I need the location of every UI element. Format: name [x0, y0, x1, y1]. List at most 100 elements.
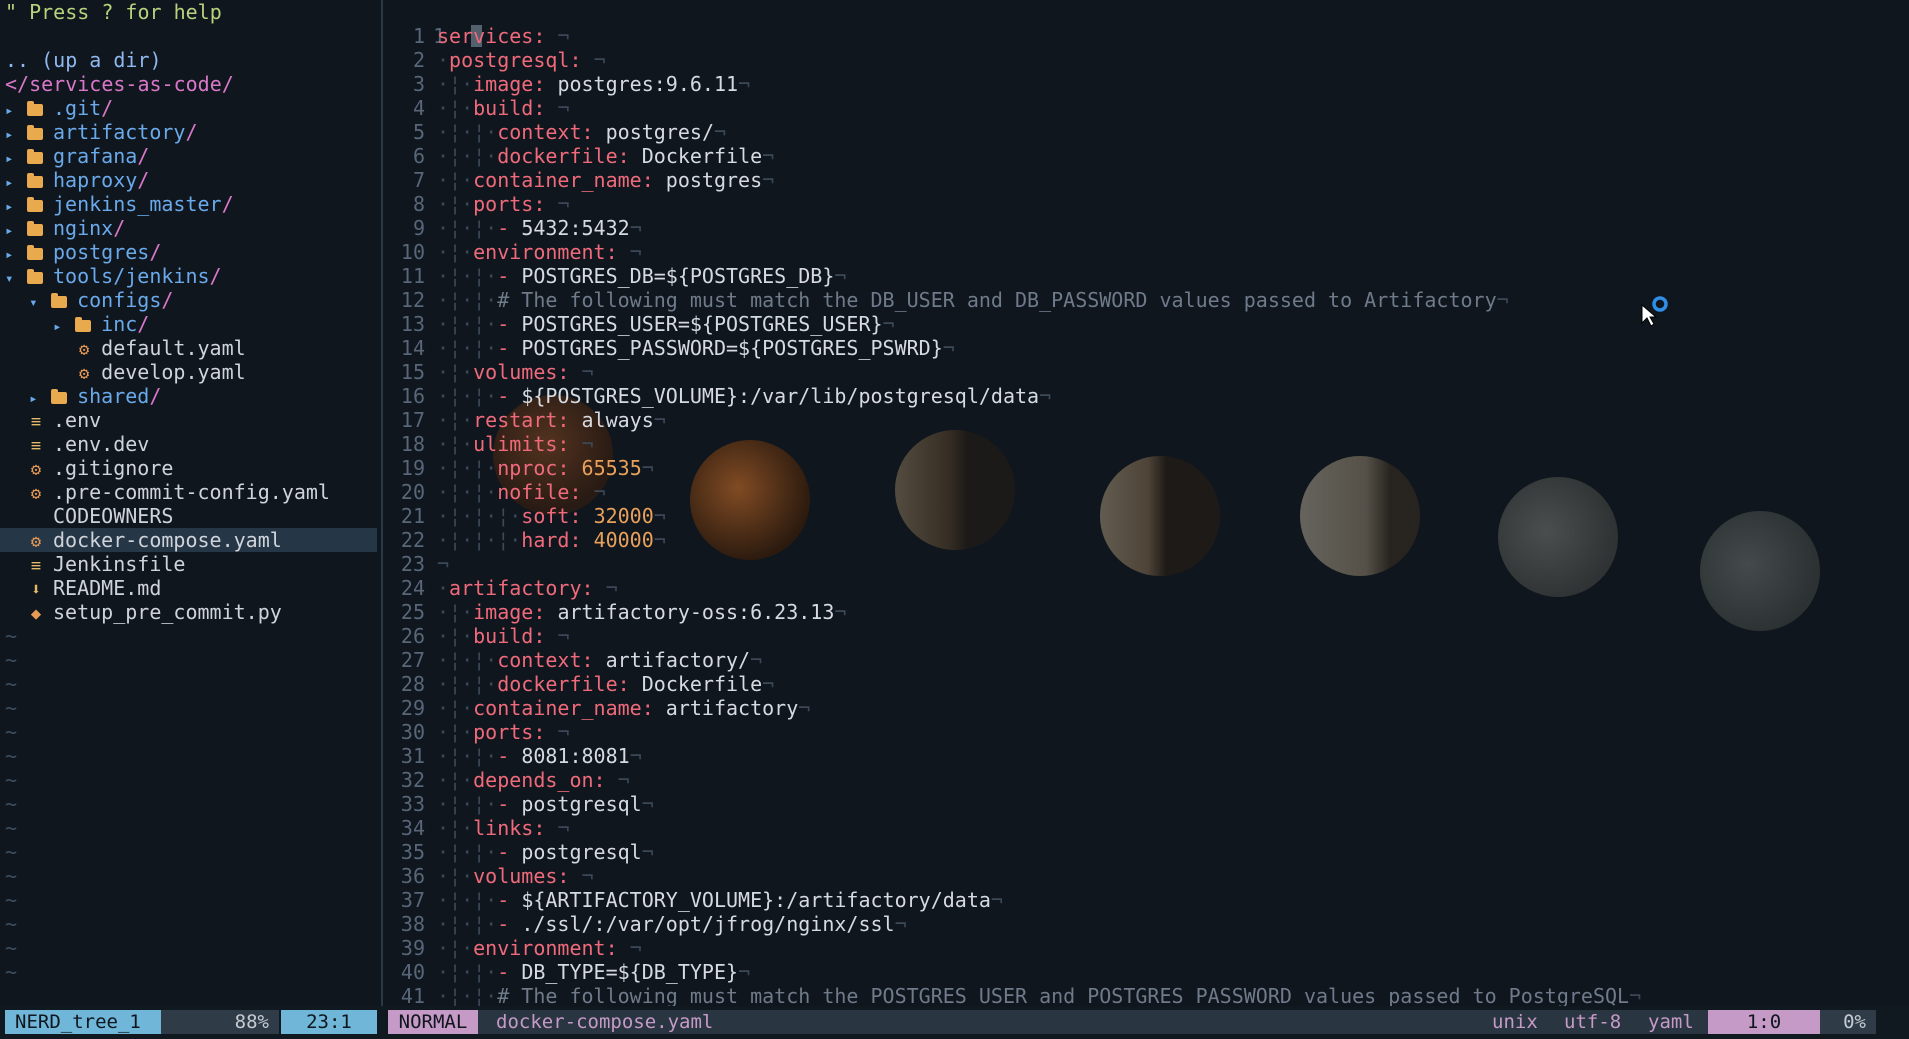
- line-number: 3: [412, 72, 425, 96]
- tree-file[interactable]: ≡ .env: [0, 408, 380, 432]
- code-line[interactable]: 20 ·¦·¦·nofile: ¬: [385, 480, 1909, 504]
- indent-guide: ·¦·: [437, 72, 474, 96]
- pane-divider[interactable]: [381, 0, 383, 1006]
- eol-marker: ¬: [834, 600, 847, 624]
- code-line[interactable]: 32 ·¦·depends_on: ¬: [385, 768, 1909, 792]
- code-line[interactable]: 12 ·¦·¦·# The following must match the DB…: [385, 288, 1909, 312]
- tree-directory[interactable]: ▸ shared/: [0, 384, 380, 408]
- code-line[interactable]: 40 ·¦·¦·- DB_TYPE=${DB_TYPE}¬: [385, 960, 1909, 984]
- code-line[interactable]: 14 ·¦·¦·- POSTGRES_PASSWORD=${POSTGRES_PS…: [385, 336, 1909, 360]
- directory-name: haproxy: [53, 168, 138, 192]
- code-line[interactable]: 11 ·¦·¦·- POSTGRES_DB=${POSTGRES_DB}¬: [385, 264, 1909, 288]
- code-line[interactable]: 24 ·artifactory: ¬: [385, 576, 1909, 600]
- code-line[interactable]: 17 ·¦·restart: always¬: [385, 408, 1909, 432]
- yaml-key: ports: [473, 720, 534, 744]
- yaml-value: postgres/: [605, 120, 714, 144]
- code-line[interactable]: 10 ·¦·environment: ¬: [385, 240, 1909, 264]
- indent-guide: ·¦·¦·: [437, 672, 498, 696]
- code-line[interactable]: 9 ·¦·¦·- 5432:5432¬: [385, 216, 1909, 240]
- code-line[interactable]: 13 ·¦·¦·- POSTGRES_USER=${POSTGRES_USER}¬: [385, 312, 1909, 336]
- tree-file[interactable]: ≡ Jenkinsfile: [0, 552, 380, 576]
- code-line[interactable]: 28 ·¦·¦·dockerfile: Dockerfile¬: [385, 672, 1909, 696]
- code-line[interactable]: 22 ·¦·¦·¦·hard: 40000¬: [385, 528, 1909, 552]
- tree-root[interactable]: </services-as-code/: [0, 72, 380, 96]
- line-number: 29: [400, 696, 425, 720]
- tree-file[interactable]: CODEOWNERS: [0, 504, 380, 528]
- line-number: 22: [400, 528, 425, 552]
- eol-marker: ¬: [942, 336, 955, 360]
- code-line[interactable]: 5 ·¦·¦·context: postgres/¬: [385, 120, 1909, 144]
- code-line[interactable]: 25 ·¦·image: artifactory-oss:6.23.13¬: [385, 600, 1909, 624]
- code-line[interactable]: 39 ·¦·environment: ¬: [385, 936, 1909, 960]
- indent-guide: ·¦·¦·: [437, 312, 498, 336]
- yaml-list-item: ./ssl/:/var/opt/jfrog/nginx/ssl: [521, 912, 895, 936]
- code-line[interactable]: 1 services: ¬: [385, 24, 1909, 48]
- code-line[interactable]: 7 ·¦·container_name: postgres¬: [385, 168, 1909, 192]
- code-line[interactable]: 30 ·¦·ports: ¬: [385, 720, 1909, 744]
- tree-directory[interactable]: ▸ .git/: [0, 96, 380, 120]
- yaml-colon: :: [533, 24, 558, 48]
- eol-marker: ¬: [557, 816, 570, 840]
- code-line[interactable]: 36 ·¦·volumes: ¬: [385, 864, 1909, 888]
- code-line[interactable]: 15 ·¦·volumes: ¬: [385, 360, 1909, 384]
- tree-directory[interactable]: ▾ tools/jenkins/: [0, 264, 380, 288]
- list-dash: -: [497, 384, 522, 408]
- yaml-colon: :: [533, 600, 558, 624]
- code-line[interactable]: 29 ·¦·container_name: artifactory¬: [385, 696, 1909, 720]
- line-number: 35: [400, 840, 425, 864]
- code-line[interactable]: 8 ·¦·ports: ¬: [385, 192, 1909, 216]
- tree-file[interactable]: ⚙ .pre-commit-config.yaml: [0, 480, 380, 504]
- line-number: 15: [400, 360, 425, 384]
- line-number: 4: [412, 96, 425, 120]
- code-line[interactable]: 18 ·¦·ulimits: ¬: [385, 432, 1909, 456]
- code-line[interactable]: 4 ·¦·build: ¬: [385, 96, 1909, 120]
- code-line[interactable]: 6 ·¦·¦·dockerfile: Dockerfile¬: [385, 144, 1909, 168]
- yaml-colon: :: [569, 48, 594, 72]
- tree-file[interactable]: ⚙ develop.yaml: [0, 360, 380, 384]
- tree-file[interactable]: ◆ setup_pre_commit.py: [0, 600, 380, 624]
- code-line[interactable]: 33 ·¦·¦·- postgresql¬: [385, 792, 1909, 816]
- yaml-key: depends_on: [473, 768, 594, 792]
- code-area[interactable]: 1 services: ¬ 2 ·postgresql: ¬ 3 ·¦·image: po…: [385, 24, 1909, 1006]
- yaml-value: Dockerfile: [641, 144, 763, 168]
- editor-pane[interactable]: 1 1 services: ¬ 2 ·postgresql: ¬ 3 ·¦·image: …: [385, 0, 1909, 1006]
- tree-directory[interactable]: ▸ postgres/: [0, 240, 380, 264]
- code-line[interactable]: 37 ·¦·¦·- ${ARTIFACTORY_VOLUME}:/artifact…: [385, 888, 1909, 912]
- eol-marker: ¬: [581, 360, 594, 384]
- tree-directory[interactable]: ▸ artifactory/: [0, 120, 380, 144]
- tree-file[interactable]: ⬇ README.md: [0, 576, 380, 600]
- tree-file[interactable]: ⚙ default.yaml: [0, 336, 380, 360]
- yaml-key: postgresql: [449, 48, 570, 72]
- code-line[interactable]: 3 ·¦·image: postgres:9.6.11¬: [385, 72, 1909, 96]
- yaml-key: soft: [521, 504, 570, 528]
- folder-icon: [27, 221, 43, 236]
- tree-directory[interactable]: ▸ haproxy/: [0, 168, 380, 192]
- code-line[interactable]: 35 ·¦·¦·- postgresql¬: [385, 840, 1909, 864]
- code-line[interactable]: 41 ·¦·¦·# The following must match the PO…: [385, 984, 1909, 1006]
- tree-directory[interactable]: ▸ nginx/: [0, 216, 380, 240]
- code-line[interactable]: 21 ·¦·¦·¦·soft: 32000¬: [385, 504, 1909, 528]
- eol-marker: ¬: [641, 456, 654, 480]
- indent-guide: ·¦·: [437, 360, 474, 384]
- up-dir-link[interactable]: .. (up a dir): [0, 48, 380, 72]
- nerdtree-pane[interactable]: " Press ? for help .. (up a dir) </servi…: [0, 0, 380, 1006]
- code-line[interactable]: 19 ·¦·¦·nproc: 65535¬: [385, 456, 1909, 480]
- code-line[interactable]: 27 ·¦·¦·context: artifactory/¬: [385, 648, 1909, 672]
- code-line[interactable]: 31 ·¦·¦·- 8081:8081¬: [385, 744, 1909, 768]
- code-line[interactable]: 2 ·postgresql: ¬: [385, 48, 1909, 72]
- code-line[interactable]: 38 ·¦·¦·- ./ssl/:/var/opt/jfrog/nginx/ssl…: [385, 912, 1909, 936]
- code-line[interactable]: 34 ·¦·links: ¬: [385, 816, 1909, 840]
- tree-directory[interactable]: ▸ inc/: [0, 312, 380, 336]
- tree-directory[interactable]: ▸ jenkins_master/: [0, 192, 380, 216]
- tree-directory[interactable]: ▸ grafana/: [0, 144, 380, 168]
- code-line[interactable]: 23 ¬: [385, 552, 1909, 576]
- tree-directory[interactable]: ▾ configs/: [0, 288, 380, 312]
- tree-file[interactable]: ⚙ .gitignore: [0, 456, 380, 480]
- tree-file[interactable]: ⚙ docker-compose.yaml: [0, 528, 377, 552]
- code-line[interactable]: 16 ·¦·¦·- ${POSTGRES_VOLUME}:/var/lib/pos…: [385, 384, 1909, 408]
- tree-file[interactable]: ≡ .env.dev: [0, 432, 380, 456]
- yaml-list-item: POSTGRES_USER=${POSTGRES_USER}: [521, 312, 883, 336]
- yaml-key: ports: [473, 192, 534, 216]
- directory-slash: /: [161, 288, 174, 312]
- code-line[interactable]: 26 ·¦·build: ¬: [385, 624, 1909, 648]
